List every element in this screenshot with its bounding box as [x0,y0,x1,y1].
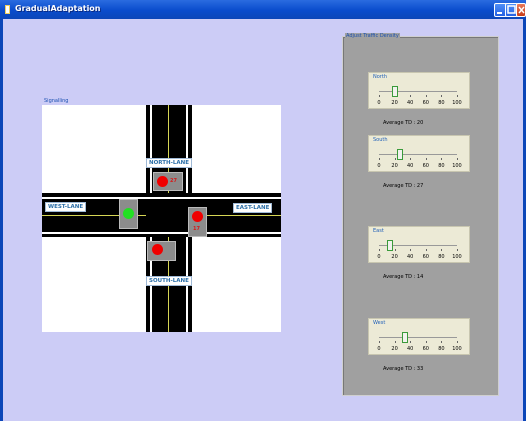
east-signal-count: 17 [193,226,200,232]
road-edge [42,197,281,199]
slider-tick [410,158,412,160]
slider-scale-label: 80 [438,100,445,106]
slider-tick [410,95,412,97]
slider-scale-label: 100 [452,163,462,169]
slider-track[interactable] [379,154,457,155]
west-signal [119,199,138,229]
north-density-group: North 0 20 40 60 80 100 Average TD : 20 [368,72,470,126]
slider-scale-label: 40 [407,163,414,169]
slider-tick [457,158,458,160]
slider-scale-label: 20 [391,346,398,352]
east-group-label: East [373,228,384,234]
slider-scale-label: 0 [377,163,381,169]
minimize-icon [497,12,502,14]
north-lane-label: NORTH-LANE [146,158,193,168]
traffic-density-label: Adjust Traffic Density [345,33,400,39]
slider-scale-label: 20 [391,100,398,106]
slider-tick [425,95,427,97]
north-signal-light [157,176,168,187]
slider-tick [410,341,412,343]
south-density-group: South 0 20 40 60 80 100 Average TD : 27 [368,135,470,189]
slider-scale-label: 60 [422,163,429,169]
maximize-icon [507,5,516,14]
slider-tick [425,341,427,343]
slider-tick [441,158,443,160]
slider-tick [425,158,427,160]
slider-scale-label: 20 [391,254,398,260]
window-frame-left [0,19,3,421]
slider-track[interactable] [379,337,457,338]
slider-scale-label: 60 [422,346,429,352]
north-average-td: Average TD : 20 [383,120,424,126]
slider-tick [441,95,443,97]
slider-thumb[interactable] [386,240,393,251]
slider-scale-label: 40 [407,254,414,260]
slider-scale-label: 60 [422,254,429,260]
east-density-group: East 0 20 40 60 80 100 Average TD : 14 [368,226,470,280]
slider-scale-label: 80 [438,254,445,260]
slider-scale-label: 60 [422,100,429,106]
west-density-group: West 0 20 40 60 80 100 Average TD : 33 [368,318,470,372]
signalling-label: Signalling [44,98,69,104]
slider-tick [379,249,380,251]
close-icon [518,6,525,14]
slider-scale-label: 100 [452,346,462,352]
road-edge [150,105,152,193]
west-average-td: Average TD : 33 [383,366,424,372]
south-lane-label: SOUTH-LANE [146,276,192,286]
slider-tick [441,341,443,343]
slider-scale-label: 0 [377,346,381,352]
slider-scale-label: 80 [438,163,445,169]
intersection-canvas: NORTH-LANE SOUTH-LANE WEST-LANE EAST-LAN… [42,105,281,332]
app-icon [5,5,10,14]
west-signal-light [123,208,134,219]
window-title: GradualAdaptation [15,4,101,13]
east-signal: 17 [188,207,207,237]
slider-tick [379,341,380,343]
slider-tick [394,158,396,160]
slider-tick [410,249,412,251]
slider-thumb[interactable] [397,149,404,160]
slider-scale-label: 80 [438,346,445,352]
slider-scale-label: 0 [377,254,381,260]
slider-thumb[interactable] [391,86,398,97]
slider-tick [457,95,458,97]
road-edge [42,232,281,234]
east-signal-light [192,211,203,222]
south-group-label: South [373,137,388,143]
slider-scale-label: 40 [407,100,414,106]
slider-scale-label: 100 [452,100,462,106]
south-average-td: Average TD : 27 [383,183,424,189]
slider-scale-label: 100 [452,254,462,260]
slider-tick [394,249,396,251]
slider-tick [425,249,427,251]
slider-thumb[interactable] [401,332,408,343]
slider-scale-label: 20 [391,163,398,169]
west-group-label: West [373,320,386,326]
traffic-density-panel: North 0 20 40 60 80 100 Average TD : 20 South… [342,36,499,396]
slider-tick [457,249,458,251]
title-bar: GradualAdaptation [0,0,526,19]
east-lane-label: EAST-LANE [233,203,273,213]
close-button[interactable] [516,3,526,17]
north-signal-count: 27 [170,178,177,184]
slider-scale-label: 40 [407,346,414,352]
east-average-td: Average TD : 14 [383,274,424,280]
west-lane-label: WEST-LANE [45,202,87,212]
slider-tick [441,249,443,251]
south-signal [147,241,176,261]
slider-tick [379,95,380,97]
north-signal: 27 [153,172,183,191]
road-edge [186,105,188,193]
south-signal-light [152,244,163,255]
slider-tick [379,158,380,160]
slider-tick [457,341,458,343]
north-group-label: North [373,74,387,80]
slider-tick [394,341,396,343]
slider-scale-label: 0 [377,100,381,106]
